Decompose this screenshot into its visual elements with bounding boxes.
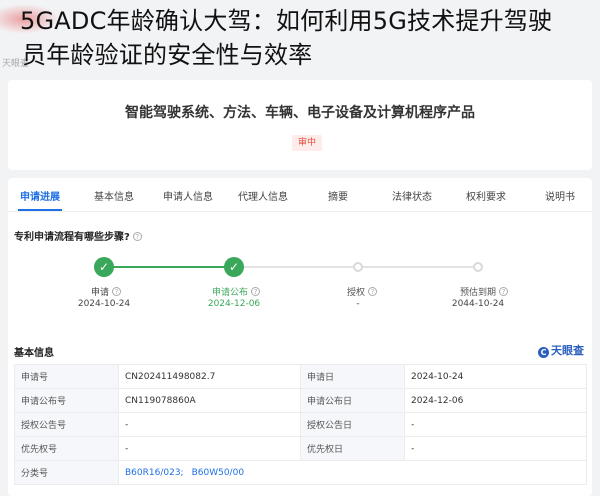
table-row: 优先权号 - 优先权日 - — [14, 436, 587, 461]
timeline-line-done — [104, 266, 234, 268]
tab-abstract[interactable]: 摘要 — [328, 188, 348, 203]
table-row: 授权公告号 - 授权公告日 - — [14, 412, 587, 437]
active-tab-indicator — [18, 209, 62, 211]
field-key: 申请号 — [14, 364, 119, 389]
tianyancha-logo-icon: C — [538, 347, 549, 358]
help-circle-icon[interactable]: ? — [251, 287, 261, 296]
field-key: 申请日 — [300, 364, 405, 389]
step-date-publication: 2024-12-06 — [207, 299, 261, 309]
tab-applicant-info[interactable]: 申请人信息 — [163, 188, 213, 203]
brand-logo[interactable]: C 天眼查 — [538, 342, 584, 358]
process-question: 专利申请流程有哪些步骤?? — [14, 228, 142, 243]
article-title-overlay: 5GADC年龄确认大驾：如何利用5G技术提升驾驶 员年龄验证的安全性与效率 — [0, 0, 600, 80]
step-date-expiry: 2044-10-24 — [451, 299, 505, 309]
field-value: - — [118, 436, 301, 461]
field-key: 申请公布日 — [300, 388, 405, 413]
step-date-grant: - — [356, 299, 360, 309]
field-value: CN119078860A — [118, 388, 301, 413]
article-title-line-1: 5GADC年龄确认大驾：如何利用5G技术提升驾驶 — [20, 7, 553, 35]
pending-dot-icon — [353, 262, 363, 272]
classification-link[interactable]: B60W50/00 — [192, 468, 244, 478]
application-timeline: ✓ ✓ 申请? 申请公布? 授权? 预估到期? 2024-10-24 2024-… — [8, 256, 592, 316]
field-key: 分类号 — [14, 460, 119, 485]
process-question-text: 专利申请流程有哪些步骤? — [14, 232, 130, 243]
table-row: 申请公布号 CN119078860A 申请公布日 2024-12-06 — [14, 388, 587, 413]
field-value: 2024-10-24 — [404, 364, 587, 389]
patent-title: 智能驾驶系统、方法、车辆、电子设备及计算机程序产品 — [125, 105, 475, 121]
classification-link[interactable]: B60R16/023; — [125, 468, 184, 478]
field-value: - — [404, 436, 587, 461]
classification-values: B60R16/023; B60W50/00 — [118, 460, 587, 485]
patent-header-card: 智能驾驶系统、方法、车辆、电子设备及计算机程序产品 审中 — [8, 80, 592, 170]
status-badge: 审中 — [292, 135, 322, 151]
field-key: 申请公布号 — [14, 388, 119, 413]
patent-detail-card: 申请进展 基本信息 申请人信息 代理人信息 摘要 法律状态 权利要求 说明书 专… — [8, 178, 592, 496]
check-icon: ✓ — [224, 257, 244, 277]
tab-claims[interactable]: 权利要求 — [466, 188, 506, 203]
step-date-apply: 2024-10-24 — [77, 299, 131, 309]
tab-application-progress[interactable]: 申请进展 — [20, 188, 60, 203]
tab-bar: 申请进展 基本信息 申请人信息 代理人信息 摘要 法律状态 权利要求 说明书 — [8, 178, 592, 212]
field-value: - — [404, 412, 587, 437]
brand-name: 天眼查 — [551, 344, 584, 357]
article-title-line-2: 员年龄验证的安全性与效率 — [22, 41, 313, 69]
field-value: - — [118, 412, 301, 437]
basic-info-title: 基本信息 — [14, 348, 54, 359]
field-value: CN202411498082.7 — [118, 364, 301, 389]
help-circle-icon[interactable]: ? — [112, 287, 122, 296]
tab-agent-info[interactable]: 代理人信息 — [238, 188, 288, 203]
basic-info-table: 申请号 CN202411498082.7 申请日 2024-10-24 申请公布… — [14, 364, 587, 485]
tab-description[interactable]: 说明书 — [545, 188, 575, 203]
field-key: 授权公告号 — [14, 412, 119, 437]
field-key: 授权公告日 — [300, 412, 405, 437]
field-value: 2024-12-06 — [404, 388, 587, 413]
table-row: 分类号 B60R16/023; B60W50/00 — [14, 460, 587, 485]
step-label-apply: 申请? — [91, 285, 122, 298]
table-row: 申请号 CN202411498082.7 申请日 2024-10-24 — [14, 364, 587, 389]
help-circle-icon[interactable]: ? — [499, 287, 509, 296]
check-icon: ✓ — [94, 257, 114, 277]
field-key: 优先权日 — [300, 436, 405, 461]
tab-legal-status[interactable]: 法律状态 — [392, 188, 432, 203]
step-label-expiry: 预估到期? — [460, 285, 509, 298]
step-label-publication: 申请公布? — [212, 285, 261, 298]
tab-basic-info[interactable]: 基本信息 — [94, 188, 134, 203]
pending-dot-icon — [473, 262, 483, 272]
field-key: 优先权号 — [14, 436, 119, 461]
step-label-grant: 授权? — [347, 285, 378, 298]
help-circle-icon[interactable]: ? — [132, 232, 142, 241]
help-circle-icon[interactable]: ? — [368, 287, 378, 296]
